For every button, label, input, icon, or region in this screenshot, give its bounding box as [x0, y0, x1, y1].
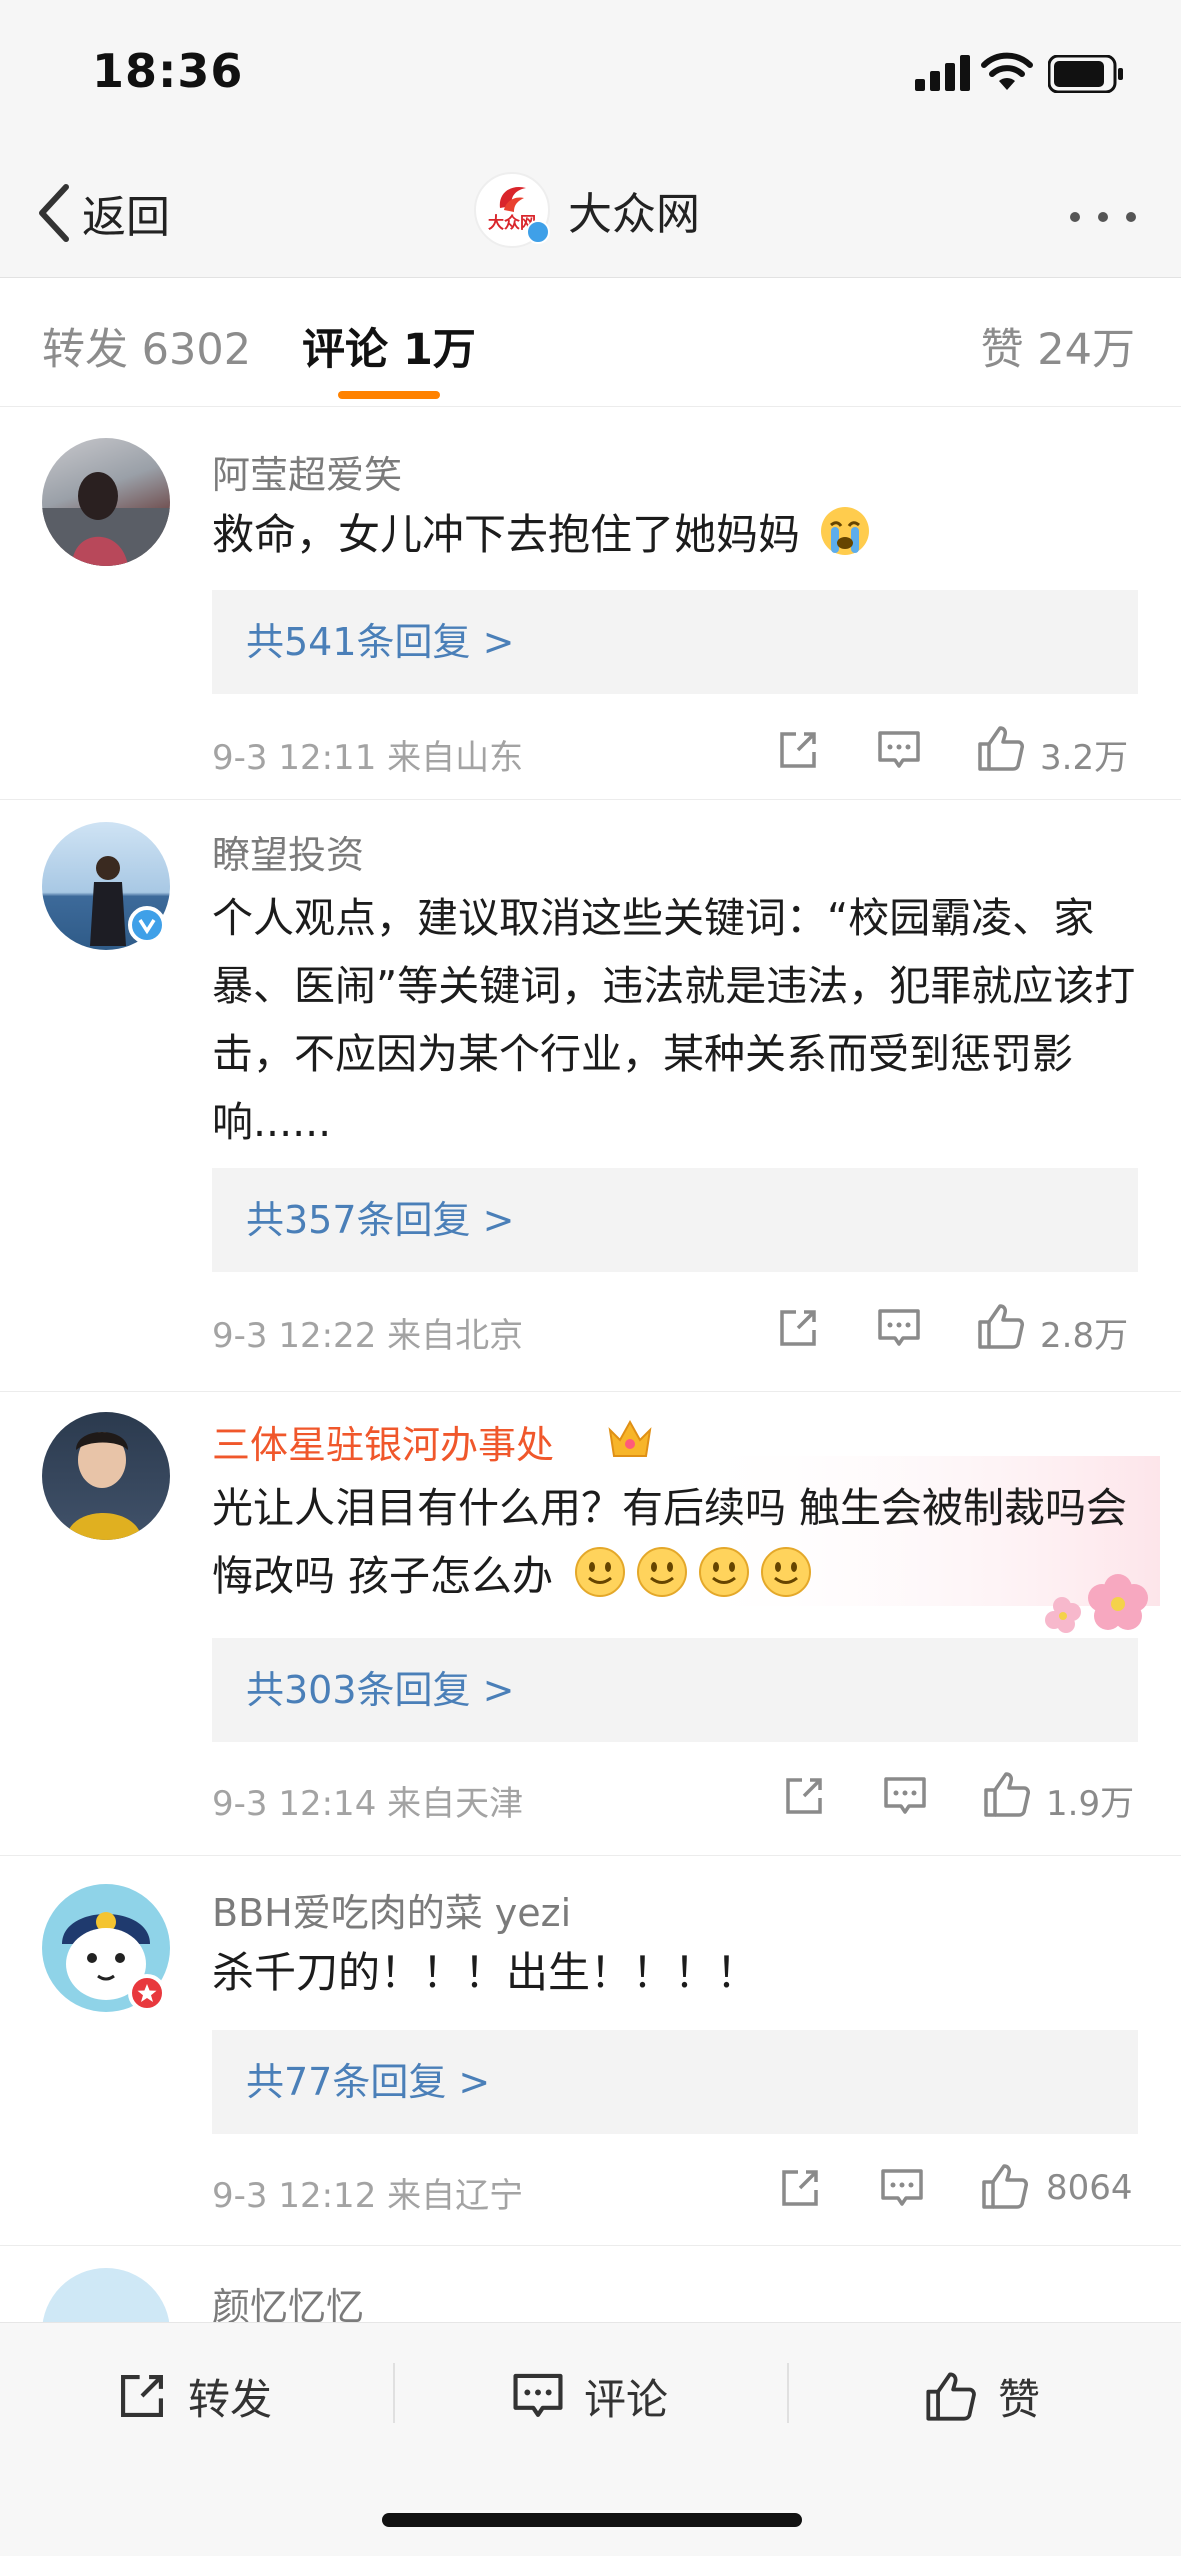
- back-label: 返回: [82, 192, 170, 243]
- tab-repost[interactable]: 转发 6302: [42, 315, 251, 377]
- comment-label: 评论: [584, 2374, 669, 2424]
- vip-crown-icon: [608, 1419, 652, 1457]
- wifi-icon: [981, 52, 1033, 90]
- dot-icon: [1126, 212, 1136, 222]
- verified-badge-icon: [526, 220, 550, 244]
- home-indicator[interactable]: [382, 2513, 802, 2527]
- like-count: 1.9万: [1046, 1784, 1135, 1824]
- comment-item: BBH爱吃肉的菜 yezi 杀千刀的！！！出生！！！！ 共77条回复 > 9-3…: [0, 1856, 1181, 2246]
- like-button[interactable]: 赞: [924, 2361, 1040, 2431]
- chevron-left-icon: [39, 184, 69, 242]
- share-icon[interactable]: [776, 728, 820, 772]
- account-header[interactable]: 大众网 大众网: [474, 172, 700, 248]
- like-icon[interactable]: [980, 2162, 1030, 2210]
- like-count: 3.2万: [1040, 738, 1129, 778]
- divider: [393, 2363, 395, 2423]
- comment-icon[interactable]: [883, 1776, 927, 1816]
- avatar[interactable]: [42, 1412, 170, 1540]
- like-icon[interactable]: [976, 1302, 1026, 1350]
- like-count: 8064: [1046, 2168, 1133, 2208]
- like-icon: [926, 2372, 976, 2421]
- share-icon[interactable]: [778, 2166, 822, 2210]
- crying-face-icon: [821, 507, 870, 555]
- verified-badge-icon: [128, 906, 166, 944]
- status-bar: 18:36: [0, 0, 1181, 150]
- like-label: 赞: [998, 2374, 1041, 2424]
- account-logo: 大众网: [474, 172, 550, 248]
- status-time: 18:36: [92, 44, 244, 98]
- comment-icon[interactable]: [877, 730, 921, 770]
- tab-like[interactable]: 赞 24万: [981, 315, 1135, 377]
- comment-text: 杀千刀的！！！出生！！！！: [212, 1948, 759, 1997]
- repost-label: 转发: [188, 2374, 273, 2424]
- replies-link[interactable]: 共77条回复 >: [212, 2030, 1138, 2134]
- replies-link[interactable]: 共541条回复 >: [212, 590, 1138, 694]
- dot-icon: [1070, 212, 1080, 222]
- page-title: 大众网: [568, 189, 700, 240]
- comment-text: 救命，女儿冲下去抱住了她妈妈: [212, 504, 1142, 566]
- smile-face-icon: [637, 1547, 688, 1597]
- comment-icon: [513, 2373, 563, 2417]
- nav-bar: 返回 大众网 大众网: [0, 150, 1181, 278]
- replies-link[interactable]: 共303条回复 >: [212, 1638, 1138, 1742]
- replies-link[interactable]: 共357条回复 >: [212, 1168, 1138, 1272]
- divider: [787, 2363, 789, 2423]
- comment-username[interactable]: 三体星驻银河办事处: [212, 1414, 554, 1469]
- battery-icon: [1048, 55, 1123, 93]
- dot-icon: [1098, 212, 1108, 222]
- comment-item: 阿莹超爱笑 救命，女儿冲下去抱住了她妈妈 共541条回复 > 9-3 12:11…: [0, 408, 1181, 800]
- avatar-image: [42, 472, 170, 566]
- comment-username[interactable]: BBH爱吃肉的菜 yezi: [212, 1882, 571, 1937]
- comment-text-content: 救命，女儿冲下去抱住了她妈妈: [212, 510, 801, 559]
- comment-username[interactable]: 瞭望投资: [212, 824, 364, 879]
- comment-text: 光让人泪目有什么用？有后续吗 触生会被制裁吗会悔改吗 孩子怎么办: [212, 1474, 1142, 1610]
- smile-face-icon: [575, 1547, 626, 1597]
- repost-button[interactable]: 转发: [116, 2361, 272, 2431]
- comment-meta: 9-3 12:11 来自山东: [212, 738, 524, 778]
- comment-username[interactable]: 阿莹超爱笑: [212, 444, 402, 499]
- comment-icon[interactable]: [877, 1308, 921, 1348]
- back-button[interactable]: 返回: [36, 178, 170, 248]
- avatar[interactable]: [42, 438, 170, 566]
- smile-face-icon: [699, 1547, 750, 1597]
- comment-item: 瞭望投资 个人观点，建议取消这些关键词：“校园霸凌、家暴、医闹”等关键词，违法就…: [0, 800, 1181, 1392]
- comment-button[interactable]: 评论: [512, 2361, 668, 2431]
- comment-list: 阿莹超爱笑 救命，女儿冲下去抱住了她妈妈 共541条回复 > 9-3 12:11…: [0, 408, 1181, 2396]
- avatar-image: [66, 1432, 142, 1540]
- comment-meta: 9-3 12:22 来自北京: [212, 1316, 524, 1356]
- smile-face-icon: [761, 1547, 812, 1597]
- tab-comment[interactable]: 评论 1万: [302, 315, 476, 377]
- like-icon[interactable]: [976, 724, 1026, 772]
- comment-icon[interactable]: [880, 2168, 924, 2208]
- comment-meta: 9-3 12:12 来自辽宁: [212, 2176, 524, 2216]
- share-icon[interactable]: [782, 1774, 826, 1818]
- more-options-button[interactable]: [1068, 196, 1148, 236]
- active-tab-indicator: [338, 391, 440, 399]
- tab-bar: 转发 6302 评论 1万 赞 24万: [0, 279, 1181, 407]
- cellular-signal-icon: [915, 55, 970, 91]
- comment-item: 三体星驻银河办事处 光让人泪目有什么用？有后续吗 触生会被制裁吗会悔改吗 孩子怎…: [0, 1392, 1181, 1856]
- like-count: 2.8万: [1040, 1316, 1129, 1356]
- share-icon[interactable]: [776, 1306, 820, 1350]
- like-icon[interactable]: [982, 1770, 1032, 1818]
- member-badge-icon: [128, 1974, 166, 2012]
- comment-text: 个人观点，建议取消这些关键词：“校园霸凌、家暴、医闹”等关键词，违法就是违法，犯…: [212, 894, 1136, 1146]
- share-icon: [121, 2375, 163, 2417]
- comment-meta: 9-3 12:14 来自天津: [212, 1784, 524, 1824]
